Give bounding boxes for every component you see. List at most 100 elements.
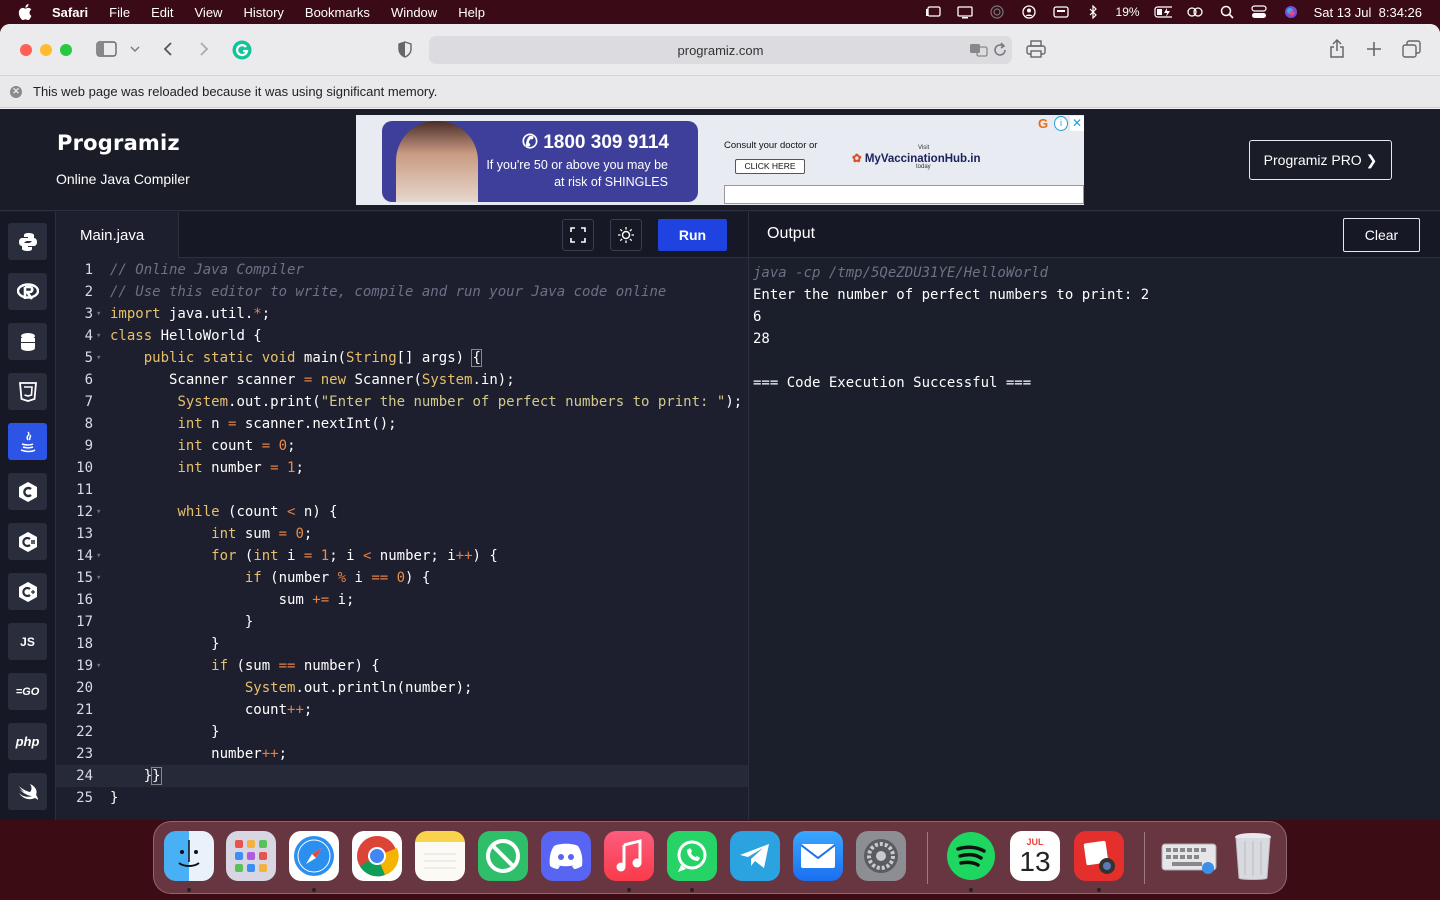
system-settings-icon[interactable] xyxy=(856,831,906,881)
fold-arrow-icon[interactable]: ▾ xyxy=(96,545,101,567)
ad-choices-icon[interactable]: G i ✕ xyxy=(1038,116,1084,132)
go-icon[interactable]: =GO xyxy=(8,673,47,710)
bluetooth-icon[interactable] xyxy=(1084,5,1102,19)
reload-icon[interactable] xyxy=(993,42,1007,57)
code-line: 16 sum += i; xyxy=(56,589,748,611)
photo-booth-icon[interactable] xyxy=(1074,831,1124,881)
fold-arrow-icon[interactable]: ▾ xyxy=(96,501,101,523)
user-icon[interactable] xyxy=(1020,5,1038,19)
address-bar[interactable]: programiz.com xyxy=(429,36,1012,64)
browser-toolbar: programiz.com xyxy=(0,24,1440,76)
link-icon[interactable] xyxy=(1186,5,1204,19)
minimize-window-button[interactable] xyxy=(40,44,52,56)
display-icon[interactable] xyxy=(956,5,974,19)
running-indicator xyxy=(1097,888,1101,892)
new-tab-icon[interactable] xyxy=(1366,41,1382,57)
reload-notice-text: This web page was reloaded because it wa… xyxy=(33,84,438,99)
fold-arrow-icon[interactable]: ▾ xyxy=(96,303,101,325)
zoom-window-button[interactable] xyxy=(60,44,72,56)
java-icon[interactable] xyxy=(8,423,47,460)
close-window-button[interactable] xyxy=(20,44,32,56)
keyboard-viewer-icon[interactable] xyxy=(1160,831,1218,881)
discord-icon[interactable] xyxy=(541,831,591,881)
search-icon[interactable] xyxy=(1218,5,1236,19)
programiz-logo[interactable]: Programiz xyxy=(57,131,180,155)
keyboard-input-icon[interactable] xyxy=(1052,5,1070,19)
close-icon[interactable]: ✕ xyxy=(10,85,22,98)
translate-icon[interactable] xyxy=(969,42,989,58)
sidebar-toggle-icon[interactable] xyxy=(96,41,118,57)
output-console[interactable]: java -cp /tmp/5QeZDU31YE/HelloWorld Ente… xyxy=(753,262,1149,394)
javascript-icon[interactable]: JS xyxy=(8,623,47,660)
clock-datetime[interactable]: Sat 13 Jul 8:34:26 xyxy=(1314,5,1422,20)
printer-icon[interactable] xyxy=(1026,40,1046,58)
ad-left-panel: ✆ 1800 309 9114 If you're 50 or above yo… xyxy=(382,121,698,202)
mail-icon[interactable] xyxy=(793,831,843,881)
python-icon[interactable] xyxy=(8,223,47,260)
whatsapp-icon[interactable] xyxy=(667,831,717,881)
launchpad-icon[interactable] xyxy=(226,831,276,881)
fold-arrow-icon[interactable]: ▾ xyxy=(96,347,101,369)
spotify-icon[interactable] xyxy=(946,831,996,881)
back-icon[interactable] xyxy=(162,41,174,57)
code-line: 20 System.out.println(number); xyxy=(56,677,748,699)
advertisement[interactable]: ✆ 1800 309 9114 If you're 50 or above yo… xyxy=(356,115,1084,205)
fold-arrow-icon[interactable]: ▾ xyxy=(96,655,101,677)
chrome-icon[interactable] xyxy=(352,831,402,881)
swift-icon[interactable] xyxy=(8,773,47,810)
menu-bookmarks[interactable]: Bookmarks xyxy=(305,5,370,20)
siri-icon[interactable] xyxy=(1282,5,1300,19)
running-indicator xyxy=(690,888,694,892)
battery-icon[interactable] xyxy=(1153,5,1172,19)
share-icon[interactable] xyxy=(1329,38,1345,58)
output-command-line: java -cp /tmp/5QeZDU31YE/HelloWorld xyxy=(753,265,1049,281)
code-area[interactable]: 1// Online Java Compiler 2// Use this ed… xyxy=(56,259,748,820)
app-blocker-icon[interactable] xyxy=(478,831,528,881)
clear-button[interactable]: Clear xyxy=(1343,218,1420,252)
menu-file[interactable]: File xyxy=(109,5,130,20)
file-tab-main-java[interactable]: Main.java xyxy=(56,212,179,259)
csharp-icon[interactable] xyxy=(8,523,47,560)
apple-icon[interactable] xyxy=(18,3,36,21)
calendar-icon[interactable]: JUL 13 xyxy=(1010,831,1060,881)
menu-help[interactable]: Help xyxy=(458,5,485,20)
sql-database-icon[interactable] xyxy=(8,323,47,360)
programiz-pro-button[interactable]: Programiz PRO ❯ xyxy=(1249,140,1392,180)
theme-toggle-sun-icon[interactable] xyxy=(610,219,642,251)
cpp-icon[interactable] xyxy=(8,573,47,610)
airdrop-icon[interactable] xyxy=(988,5,1006,19)
html5-icon[interactable] xyxy=(8,373,47,410)
notes-icon[interactable] xyxy=(415,831,465,881)
control-center-icon[interactable] xyxy=(1250,5,1268,19)
r-icon[interactable] xyxy=(8,273,47,310)
telegram-icon[interactable] xyxy=(730,831,780,881)
ad-click-here-button[interactable]: CLICK HERE xyxy=(735,159,805,174)
grammarly-icon[interactable] xyxy=(232,40,252,60)
ad-today-text: today xyxy=(916,164,931,170)
safari-icon[interactable] xyxy=(289,831,339,881)
line-number: 5 xyxy=(84,350,93,366)
php-icon[interactable]: php xyxy=(8,723,47,760)
menu-app-name[interactable]: Safari xyxy=(52,5,88,20)
fullscreen-icon[interactable] xyxy=(562,219,594,251)
chevron-down-icon[interactable] xyxy=(130,46,140,53)
line-number: 2 xyxy=(84,284,93,300)
menu-view[interactable]: View xyxy=(195,5,223,20)
fold-arrow-icon[interactable]: ▾ xyxy=(96,567,101,589)
run-button[interactable]: Run xyxy=(658,219,727,251)
music-icon[interactable] xyxy=(604,831,654,881)
code-line: 14 ▾ for (int i = 1; i < number; i++) { xyxy=(56,545,748,567)
fold-arrow-icon[interactable]: ▾ xyxy=(96,325,101,347)
calendar-day: 13 xyxy=(1019,846,1051,877)
menu-history[interactable]: History xyxy=(243,5,283,20)
tab-overview-icon[interactable] xyxy=(1402,40,1421,58)
privacy-shield-icon[interactable] xyxy=(398,41,412,58)
trash-icon[interactable] xyxy=(1228,831,1278,881)
menu-window[interactable]: Window xyxy=(391,5,437,20)
forward-icon[interactable] xyxy=(198,41,210,57)
stage-manager-icon[interactable] xyxy=(924,5,942,19)
php-label: php xyxy=(15,734,40,749)
menu-edit[interactable]: Edit xyxy=(151,5,173,20)
c-language-icon[interactable] xyxy=(8,473,47,510)
finder-icon[interactable] xyxy=(164,831,214,881)
